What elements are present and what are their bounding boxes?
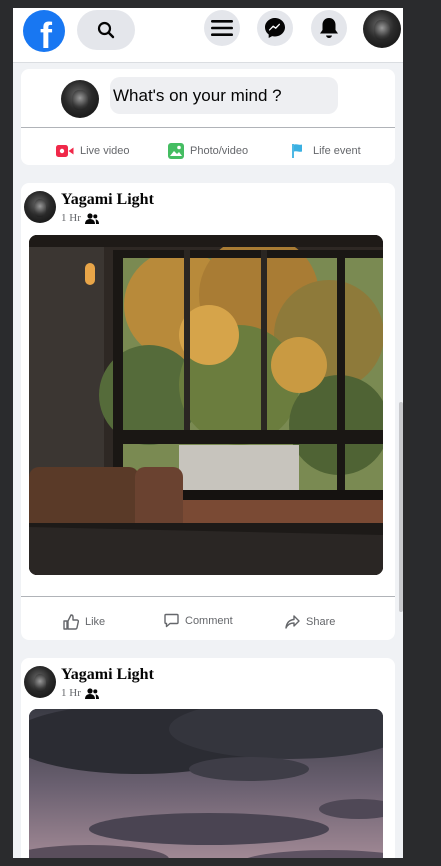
whats-on-your-mind-input[interactable]: What's on your mind ? — [110, 77, 338, 114]
post-author-name[interactable]: Yagami Light — [61, 666, 154, 684]
profile-avatar[interactable] — [363, 10, 401, 48]
search-button[interactable] — [77, 10, 135, 50]
life-event-button[interactable]: Life event — [291, 143, 361, 159]
cloudy-sky-illustration — [29, 709, 383, 858]
notifications-button[interactable] — [311, 10, 347, 46]
thumbs-up-icon — [63, 614, 79, 630]
friends-icon — [84, 687, 99, 699]
flag-icon — [292, 144, 302, 158]
comment-icon — [164, 613, 179, 628]
post-card: Yagami Light 1 Hr — [21, 183, 395, 640]
logo-letter: f — [40, 14, 52, 56]
search-icon — [97, 21, 115, 39]
facebook-logo[interactable]: f — [23, 10, 65, 56]
post-timestamp: 1 Hr — [61, 687, 99, 699]
photo-icon — [168, 143, 184, 159]
feed[interactable]: What's on your mind ? Live video Photo/v… — [13, 62, 403, 858]
post-photo[interactable] — [29, 709, 383, 858]
live-video-button[interactable]: Live video — [56, 144, 130, 158]
friends-icon — [84, 212, 99, 224]
live-video-icon — [56, 145, 74, 157]
post-author-avatar[interactable] — [24, 191, 56, 223]
menu-button[interactable] — [204, 10, 240, 46]
menu-icon — [211, 20, 233, 36]
post-timestamp: 1 Hr — [61, 212, 99, 224]
post-time-text: 1 Hr — [61, 687, 81, 699]
composer-avatar — [61, 80, 99, 118]
messenger-icon — [265, 18, 285, 38]
live-video-label: Live video — [80, 145, 130, 157]
post-actions-divider — [21, 596, 395, 597]
bell-icon — [320, 18, 338, 38]
comment-button[interactable]: Comment — [164, 613, 233, 628]
post-time-text: 1 Hr — [61, 212, 81, 224]
post-card: Yagami Light 1 Hr — [21, 658, 395, 858]
post-photo[interactable] — [29, 235, 383, 575]
cafe-window-illustration — [29, 235, 383, 575]
life-event-label: Life event — [313, 145, 361, 157]
messenger-button[interactable] — [257, 10, 293, 46]
share-button[interactable]: Share — [285, 615, 335, 629]
top-bar: f — [13, 8, 403, 63]
app-frame: f What's on your mind ? Live video Photo… — [13, 8, 403, 858]
share-icon — [285, 615, 300, 629]
share-label: Share — [306, 616, 336, 628]
post-author-name[interactable]: Yagami Light — [61, 191, 154, 209]
composer-card: What's on your mind ? Live video Photo/v… — [21, 69, 395, 165]
like-label: Like — [85, 616, 106, 628]
scrollbar-thumb[interactable] — [399, 402, 403, 612]
photo-video-label: Photo/video — [190, 145, 249, 157]
composer-divider — [21, 127, 395, 128]
comment-label: Comment — [185, 614, 233, 627]
photo-video-button[interactable]: Photo/video — [168, 143, 248, 159]
like-button[interactable]: Like — [63, 614, 105, 630]
post-author-avatar[interactable] — [24, 666, 56, 698]
